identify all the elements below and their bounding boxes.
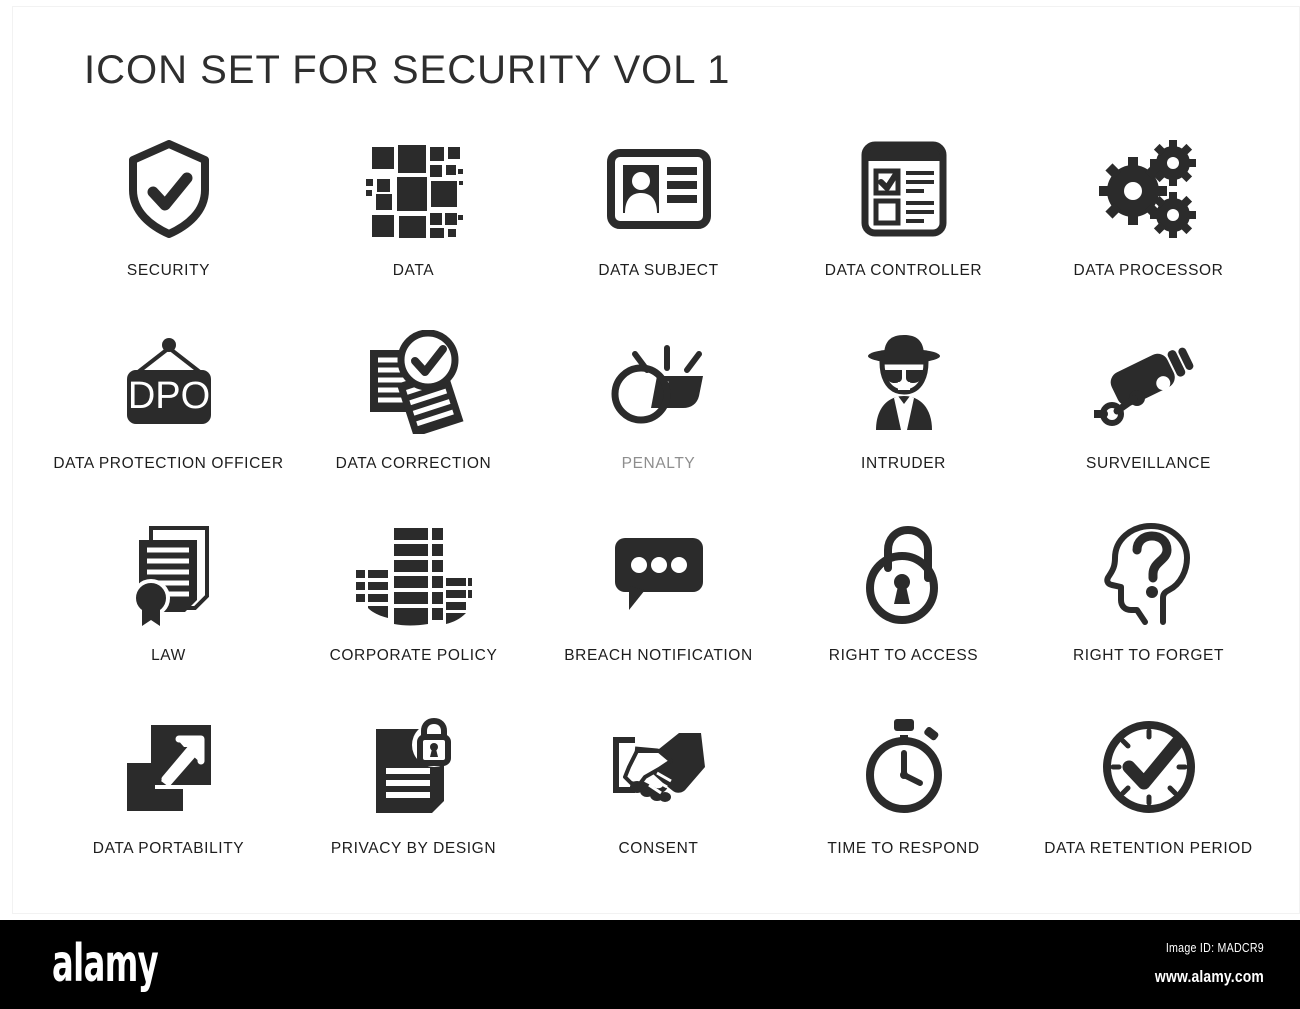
alamy-watermark-bar: alamy Image ID: MADCR9 www.alamy.com — [0, 920, 1300, 1009]
document-lock-icon — [349, 708, 479, 826]
icon-label: PENALTY — [621, 454, 696, 472]
icon-label: BREACH NOTIFICATION — [564, 647, 753, 664]
icon-label: INTRUDER — [861, 454, 946, 472]
icon-cell-intruder[interactable]: INTRUDER — [781, 323, 1026, 516]
head-question-mark-icon — [1084, 515, 1214, 633]
icon-label: LAW — [151, 647, 186, 664]
icon-cell-data-retention-period[interactable]: DATA RETENTION PERIOD — [1026, 708, 1271, 901]
icon-label: CONSENT — [618, 839, 699, 857]
shield-check-icon — [104, 130, 234, 248]
icon-cell-data-protection-officer[interactable]: DPO DATA PROTECTION OFFICER — [46, 323, 291, 516]
icon-label: DATA CORRECTION — [335, 454, 492, 472]
icon-cell-right-to-forget[interactable]: RIGHT TO FORGET — [1026, 515, 1271, 708]
icon-cell-law[interactable]: LAW — [46, 515, 291, 708]
icon-cell-data-correction[interactable]: DATA CORRECTION — [291, 323, 536, 516]
office-building-icon — [349, 515, 479, 633]
icon-grid: SECURITY DATA DATA SUBJECT DATA CONTROLL… — [46, 130, 1271, 900]
icon-cell-data-subject[interactable]: DATA SUBJECT — [536, 130, 781, 323]
whistle-icon — [594, 323, 724, 441]
page-title: ICON SET FOR SECURITY VOL 1 — [84, 48, 731, 92]
icon-label: DATA — [392, 262, 435, 279]
cctv-camera-icon — [1084, 323, 1214, 441]
speech-bubble-dots-icon — [594, 515, 724, 633]
spy-person-hat-icon — [839, 323, 969, 441]
icon-cell-data[interactable]: DATA — [291, 130, 536, 323]
stopwatch-icon — [839, 708, 969, 826]
icon-cell-data-processor[interactable]: DATA PROCESSOR — [1026, 130, 1271, 323]
image-id-text: Image ID: MADCR9 — [1165, 940, 1264, 955]
icon-label: TIME TO RESPOND — [827, 839, 980, 857]
dpo-sign-text: DPO — [127, 375, 209, 417]
checklist-clipboard-icon — [839, 130, 969, 248]
icon-cell-surveillance[interactable]: SURVEILLANCE — [1026, 323, 1271, 516]
icon-label: RIGHT TO ACCESS — [828, 647, 979, 664]
alamy-logo: alamy — [52, 934, 159, 994]
clock-check-icon — [1084, 708, 1214, 826]
icon-label: DATA PROTECTION OFFICER — [53, 454, 284, 472]
icon-cell-consent[interactable]: CONSENT — [536, 708, 781, 901]
id-card-person-icon — [594, 130, 724, 248]
icon-cell-security[interactable]: SECURITY — [46, 130, 291, 323]
icon-label: DATA PROCESSOR — [1073, 262, 1224, 279]
icon-cell-penalty[interactable]: PENALTY — [536, 323, 781, 516]
icon-cell-corporate-policy[interactable]: CORPORATE POLICY — [291, 515, 536, 708]
icon-label: DATA RETENTION PERIOD — [1044, 839, 1253, 857]
hanging-sign-dpo-icon: DPO — [104, 323, 234, 441]
icon-label: CORPORATE POLICY — [329, 647, 498, 664]
gears-icon — [1084, 130, 1214, 248]
handshake-icon — [594, 708, 724, 826]
icon-label: SECURITY — [126, 262, 211, 279]
documents-check-icon — [349, 323, 479, 441]
icon-cell-breach-notification[interactable]: BREACH NOTIFICATION — [536, 515, 781, 708]
icon-label: RIGHT TO FORGET — [1072, 647, 1225, 664]
icon-cell-time-to-respond[interactable]: TIME TO RESPOND — [781, 708, 1026, 901]
alamy-url-text: www.alamy.com — [1154, 967, 1264, 986]
icon-cell-privacy-by-design[interactable]: PRIVACY BY DESIGN — [291, 708, 536, 901]
icon-cell-right-to-access[interactable]: RIGHT TO ACCESS — [781, 515, 1026, 708]
icon-label: SURVEILLANCE — [1086, 454, 1211, 472]
icon-label: DATA PORTABILITY — [92, 839, 245, 857]
icon-cell-data-controller[interactable]: DATA CONTROLLER — [781, 130, 1026, 323]
icon-cell-data-portability[interactable]: DATA PORTABILITY — [46, 708, 291, 901]
icon-label: DATA CONTROLLER — [824, 262, 983, 279]
export-arrow-square-icon — [104, 708, 234, 826]
icon-label: DATA SUBJECT — [598, 262, 719, 279]
open-padlock-icon — [839, 515, 969, 633]
certificate-seal-icon — [104, 515, 234, 633]
data-mosaic-squares-icon — [349, 130, 479, 248]
watermark-meta: Image ID: MADCR9 www.alamy.com — [1131, 940, 1264, 987]
icon-label: PRIVACY BY DESIGN — [330, 839, 497, 857]
icon-sheet: ICON SET FOR SECURITY VOL 1 SECURITY DAT… — [0, 0, 1300, 920]
